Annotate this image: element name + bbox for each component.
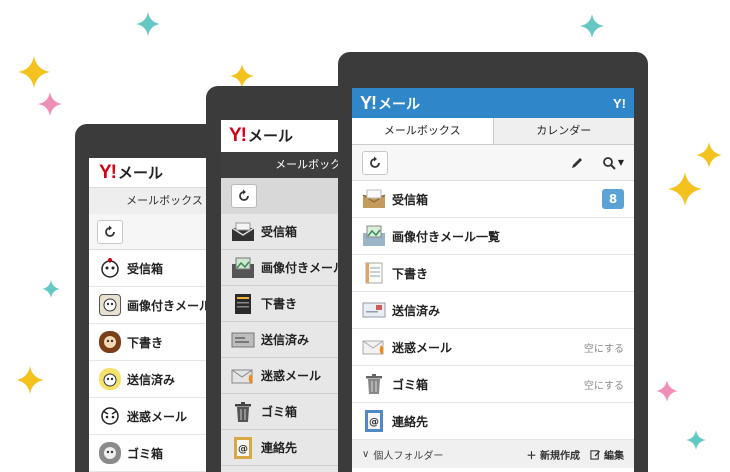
folder-item-draft[interactable]: 下書き [352, 255, 634, 292]
sparkle-teal-top [136, 12, 160, 36]
refresh-icon [370, 156, 380, 168]
folder-label: 下書き [261, 297, 298, 311]
photo-character-icon [99, 294, 121, 316]
yahoo-home-logo[interactable]: Y! [613, 96, 626, 111]
tab-bar: メールボックス カレンダー [352, 118, 634, 145]
folder-label: 画像付きメール [127, 298, 212, 313]
spam-icon [362, 335, 386, 359]
draft-character-icon [99, 331, 121, 353]
folder-label: 受信箱 [261, 225, 298, 239]
folder-label: ゴミ箱 [392, 377, 429, 392]
yahoo-mail-logo[interactable]: Y! メール [99, 162, 163, 184]
empty-trash-button[interactable]: 空にする [584, 377, 624, 392]
trash-character-icon [99, 442, 121, 464]
chevron-down-icon[interactable]: ∨ [362, 449, 369, 460]
refresh-button[interactable] [97, 219, 123, 244]
yahoo-mail-logo[interactable]: Y! メール [360, 93, 420, 114]
edit-label: 編集 [604, 450, 624, 462]
folder-item-spam[interactable]: 迷惑メール 空にする [352, 329, 634, 366]
new-folder-button[interactable]: ＋ 新規作成 [527, 447, 580, 462]
inbox-icon [362, 187, 386, 211]
folder-item-inbox[interactable]: 受信箱 8 [352, 181, 634, 218]
personal-folder-header: ∨ 個人フォルダー ＋ 新規作成 編集 [352, 440, 634, 468]
sparkle-pink-right [656, 380, 678, 402]
notebook-icon [231, 292, 255, 316]
folder-label: 連絡先 [261, 441, 298, 455]
spam-character-icon [99, 405, 121, 427]
trash-icon [231, 400, 255, 424]
edit-icon [590, 449, 601, 460]
app-header: Y! メール Y! [352, 88, 634, 118]
tab-mailbox[interactable]: メールボックス [352, 118, 494, 144]
notebook-icon [362, 261, 386, 285]
chevron-down-icon: ▼ [617, 158, 624, 167]
trash-icon [362, 372, 386, 396]
sparkle-teal-right-top [580, 14, 604, 38]
photo-mail-icon [362, 224, 386, 248]
sparkle-gold-mid [230, 64, 254, 88]
phone-right-screen: Y! メール Y! メールボックス カレンダー ▼ 受信箱 8 画像付きメール一… [352, 88, 634, 472]
personal-folder-title[interactable]: 個人フォルダー [373, 447, 516, 462]
tab-calendar[interactable]: カレンダー [493, 118, 634, 144]
folder-label: 送信済み [261, 333, 310, 347]
phone-right: Y! メール Y! メールボックス カレンダー ▼ 受信箱 8 画像付きメール一… [338, 52, 648, 472]
pencil-icon[interactable] [570, 156, 584, 170]
search-button[interactable]: ▼ [602, 156, 624, 170]
toolbar-actions: ▼ [570, 156, 624, 170]
edit-folders-button[interactable]: 編集 [590, 447, 624, 462]
sparkle-gold-left [18, 56, 50, 88]
folder-item-trash[interactable]: ゴミ箱 空にする [352, 366, 634, 403]
sparkle-gold-right-1 [696, 142, 722, 168]
folder-label: 迷惑メール [392, 340, 453, 355]
contacts-icon: @ [362, 409, 386, 433]
sparkle-teal-right-low [686, 430, 706, 450]
refresh-button[interactable] [231, 184, 257, 208]
folder-label: 画像付きメール [261, 261, 346, 275]
folder-label: 下書き [127, 335, 164, 350]
svg-text:@: @ [369, 417, 379, 428]
sparkle-teal-left-mid [42, 280, 60, 298]
folder-label: 受信箱 [392, 192, 429, 207]
sparkle-gold-right-2 [668, 172, 702, 206]
svg-text:@: @ [238, 444, 248, 455]
search-icon [602, 156, 616, 170]
folder-label: 連絡先 [392, 414, 429, 429]
folder-item-contacts[interactable]: @ 連絡先 [352, 403, 634, 440]
unread-count-badge: 8 [602, 189, 624, 209]
folder-label: 迷惑メール [261, 369, 322, 383]
folder-item-sent[interactable]: 送信済み [352, 292, 634, 329]
inbox-character-icon [99, 257, 121, 279]
spam-icon [231, 364, 255, 388]
folder-label: 画像付きメール一覧 [392, 229, 501, 244]
empty-spam-button[interactable]: 空にする [584, 340, 624, 355]
folder-item-photo-mail[interactable]: 画像付きメール一覧 [352, 218, 634, 255]
contacts-icon: @ [231, 436, 255, 460]
folder-label: 迷惑メール [127, 409, 188, 424]
folder-label: 送信済み [127, 372, 176, 387]
refresh-icon [239, 189, 249, 201]
yahoo-mail-logo[interactable]: Y! メール [229, 125, 293, 147]
sent-character-icon [99, 368, 121, 390]
sparkle-gold-left-low [16, 366, 44, 394]
refresh-icon [105, 225, 115, 237]
folder-label: 送信済み [392, 303, 441, 318]
folder-label: 受信箱 [127, 261, 164, 276]
folder-label: ゴミ箱 [261, 405, 298, 419]
folder-label: 下書き [392, 266, 429, 281]
refresh-button[interactable] [362, 150, 388, 175]
inbox-icon [231, 220, 255, 244]
folder-label: ゴミ箱 [127, 446, 164, 461]
sent-icon [231, 328, 255, 352]
sparkle-pink-left [38, 92, 62, 116]
sent-icon [362, 298, 386, 322]
photo-mail-icon [231, 256, 255, 280]
toolbar: ▼ [352, 145, 634, 181]
